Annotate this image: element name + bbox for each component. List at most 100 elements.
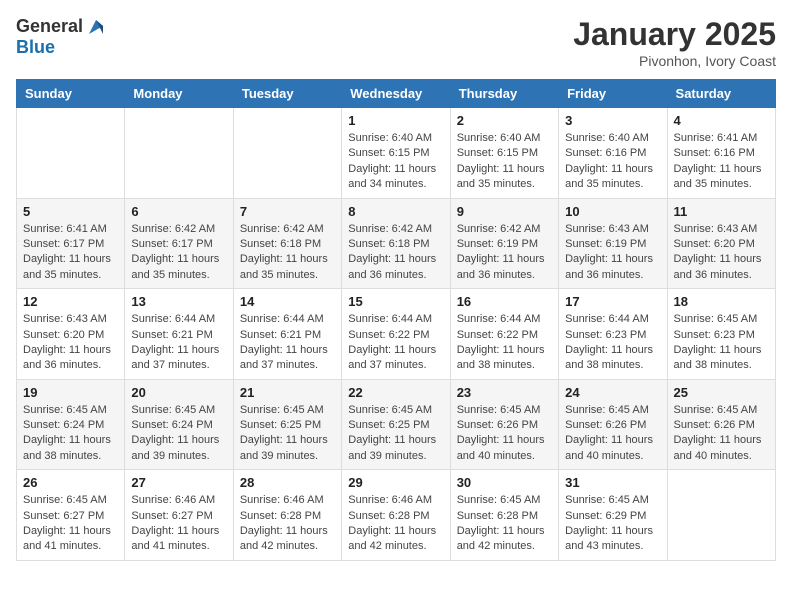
weekday-header-tuesday: Tuesday [233,80,341,108]
day-number: 26 [23,475,118,490]
day-info: Sunrise: 6:42 AMSunset: 6:19 PMDaylight:… [457,222,552,284]
calendar-cell: 13 Sunrise: 6:44 AMSunset: 6:21 PMDayligh… [125,289,233,380]
calendar-week-5: 26 Sunrise: 6:45 AMSunset: 6:27 PMDayligh… [17,470,776,561]
day-number: 23 [457,385,552,400]
calendar-cell: 9 Sunrise: 6:42 AMSunset: 6:19 PMDaylight… [450,198,558,289]
calendar-cell: 18 Sunrise: 6:45 AMSunset: 6:23 PMDayligh… [667,289,775,380]
day-info: Sunrise: 6:43 AMSunset: 6:20 PMDaylight:… [674,222,769,284]
day-info: Sunrise: 6:41 AMSunset: 6:17 PMDaylight:… [23,222,118,284]
day-number: 7 [240,204,335,219]
calendar-cell: 2 Sunrise: 6:40 AMSunset: 6:15 PMDaylight… [450,108,558,199]
calendar-cell: 3 Sunrise: 6:40 AMSunset: 6:16 PMDaylight… [559,108,667,199]
day-info: Sunrise: 6:45 AMSunset: 6:26 PMDaylight:… [674,403,769,465]
day-number: 13 [131,294,226,309]
calendar-cell: 27 Sunrise: 6:46 AMSunset: 6:27 PMDayligh… [125,470,233,561]
calendar-week-1: 1 Sunrise: 6:40 AMSunset: 6:15 PMDaylight… [17,108,776,199]
calendar-cell: 4 Sunrise: 6:41 AMSunset: 6:16 PMDaylight… [667,108,775,199]
day-number: 19 [23,385,118,400]
calendar-cell: 5 Sunrise: 6:41 AMSunset: 6:17 PMDaylight… [17,198,125,289]
day-number: 2 [457,113,552,128]
page-header: General Blue January 2025 Pivonhon, Ivor… [16,16,776,69]
day-number: 29 [348,475,443,490]
day-info: Sunrise: 6:40 AMSunset: 6:15 PMDaylight:… [348,131,443,193]
day-number: 18 [674,294,769,309]
day-info: Sunrise: 6:45 AMSunset: 6:25 PMDaylight:… [240,403,335,465]
day-info: Sunrise: 6:44 AMSunset: 6:22 PMDaylight:… [348,312,443,374]
day-info: Sunrise: 6:42 AMSunset: 6:18 PMDaylight:… [348,222,443,284]
calendar-cell [125,108,233,199]
day-info: Sunrise: 6:44 AMSunset: 6:23 PMDaylight:… [565,312,660,374]
day-number: 6 [131,204,226,219]
day-info: Sunrise: 6:41 AMSunset: 6:16 PMDaylight:… [674,131,769,193]
day-number: 28 [240,475,335,490]
calendar-header-row: SundayMondayTuesdayWednesdayThursdayFrid… [17,80,776,108]
calendar-week-3: 12Sunrise: 6:43 AMSunset: 6:20 PMDayligh… [17,289,776,380]
day-info: Sunrise: 6:45 AMSunset: 6:27 PMDaylight:… [23,493,118,555]
calendar-cell [233,108,341,199]
day-number: 16 [457,294,552,309]
calendar-cell: 23 Sunrise: 6:45 AMSunset: 6:26 PMDayligh… [450,379,558,470]
day-number: 17 [565,294,660,309]
title-area: January 2025 Pivonhon, Ivory Coast [573,16,776,69]
weekday-header-friday: Friday [559,80,667,108]
calendar-cell [17,108,125,199]
logo: General Blue [16,16,107,58]
day-info: Sunrise: 6:45 AMSunset: 6:25 PMDaylight:… [348,403,443,465]
day-info: Sunrise: 6:43 AMSunset: 6:19 PMDaylight:… [565,222,660,284]
calendar-cell: 31Sunrise: 6:45 AMSunset: 6:29 PMDayligh… [559,470,667,561]
day-number: 31 [565,475,660,490]
weekday-header-saturday: Saturday [667,80,775,108]
month-title: January 2025 [573,16,776,53]
weekday-header-thursday: Thursday [450,80,558,108]
day-number: 14 [240,294,335,309]
day-info: Sunrise: 6:45 AMSunset: 6:26 PMDaylight:… [457,403,552,465]
day-number: 4 [674,113,769,128]
calendar-cell: 26 Sunrise: 6:45 AMSunset: 6:27 PMDayligh… [17,470,125,561]
day-number: 1 [348,113,443,128]
calendar-cell: 15Sunrise: 6:44 AMSunset: 6:22 PMDayligh… [342,289,450,380]
day-number: 3 [565,113,660,128]
calendar-cell: 19 Sunrise: 6:45 AMSunset: 6:24 PMDayligh… [17,379,125,470]
day-info: Sunrise: 6:43 AMSunset: 6:20 PMDaylight:… [23,312,118,374]
calendar-cell: 6Sunrise: 6:42 AMSunset: 6:17 PMDaylight… [125,198,233,289]
logo-general: General [16,17,83,37]
day-info: Sunrise: 6:44 AMSunset: 6:21 PMDaylight:… [131,312,226,374]
day-info: Sunrise: 6:45 AMSunset: 6:24 PMDaylight:… [23,403,118,465]
day-number: 21 [240,385,335,400]
day-info: Sunrise: 6:45 AMSunset: 6:24 PMDaylight:… [131,403,226,465]
day-number: 8 [348,204,443,219]
calendar-cell: 22Sunrise: 6:45 AMSunset: 6:25 PMDayligh… [342,379,450,470]
day-number: 5 [23,204,118,219]
day-number: 10 [565,204,660,219]
weekday-header-sunday: Sunday [17,80,125,108]
weekday-header-monday: Monday [125,80,233,108]
calendar-cell: 30Sunrise: 6:45 AMSunset: 6:28 PMDayligh… [450,470,558,561]
day-info: Sunrise: 6:42 AMSunset: 6:18 PMDaylight:… [240,222,335,284]
day-info: Sunrise: 6:40 AMSunset: 6:15 PMDaylight:… [457,131,552,193]
calendar-cell: 29Sunrise: 6:46 AMSunset: 6:28 PMDayligh… [342,470,450,561]
day-number: 11 [674,204,769,219]
calendar-cell: 28Sunrise: 6:46 AMSunset: 6:28 PMDayligh… [233,470,341,561]
calendar-cell: 24Sunrise: 6:45 AMSunset: 6:26 PMDayligh… [559,379,667,470]
calendar-cell [667,470,775,561]
calendar-cell: 25Sunrise: 6:45 AMSunset: 6:26 PMDayligh… [667,379,775,470]
calendar-table: SundayMondayTuesdayWednesdayThursdayFrid… [16,79,776,561]
day-info: Sunrise: 6:45 AMSunset: 6:28 PMDaylight:… [457,493,552,555]
location-title: Pivonhon, Ivory Coast [573,53,776,69]
calendar-cell: 1 Sunrise: 6:40 AMSunset: 6:15 PMDaylight… [342,108,450,199]
calendar-cell: 7 Sunrise: 6:42 AMSunset: 6:18 PMDaylight… [233,198,341,289]
calendar-week-2: 5 Sunrise: 6:41 AMSunset: 6:17 PMDaylight… [17,198,776,289]
day-info: Sunrise: 6:46 AMSunset: 6:27 PMDaylight:… [131,493,226,555]
calendar-week-4: 19 Sunrise: 6:45 AMSunset: 6:24 PMDayligh… [17,379,776,470]
day-info: Sunrise: 6:45 AMSunset: 6:26 PMDaylight:… [565,403,660,465]
day-info: Sunrise: 6:45 AMSunset: 6:23 PMDaylight:… [674,312,769,374]
calendar-cell: 11 Sunrise: 6:43 AMSunset: 6:20 PMDayligh… [667,198,775,289]
weekday-header-wednesday: Wednesday [342,80,450,108]
day-number: 27 [131,475,226,490]
day-number: 9 [457,204,552,219]
calendar-cell: 16 Sunrise: 6:44 AMSunset: 6:22 PMDayligh… [450,289,558,380]
calendar-cell: 8 Sunrise: 6:42 AMSunset: 6:18 PMDaylight… [342,198,450,289]
day-info: Sunrise: 6:40 AMSunset: 6:16 PMDaylight:… [565,131,660,193]
day-info: Sunrise: 6:44 AMSunset: 6:22 PMDaylight:… [457,312,552,374]
day-number: 20 [131,385,226,400]
